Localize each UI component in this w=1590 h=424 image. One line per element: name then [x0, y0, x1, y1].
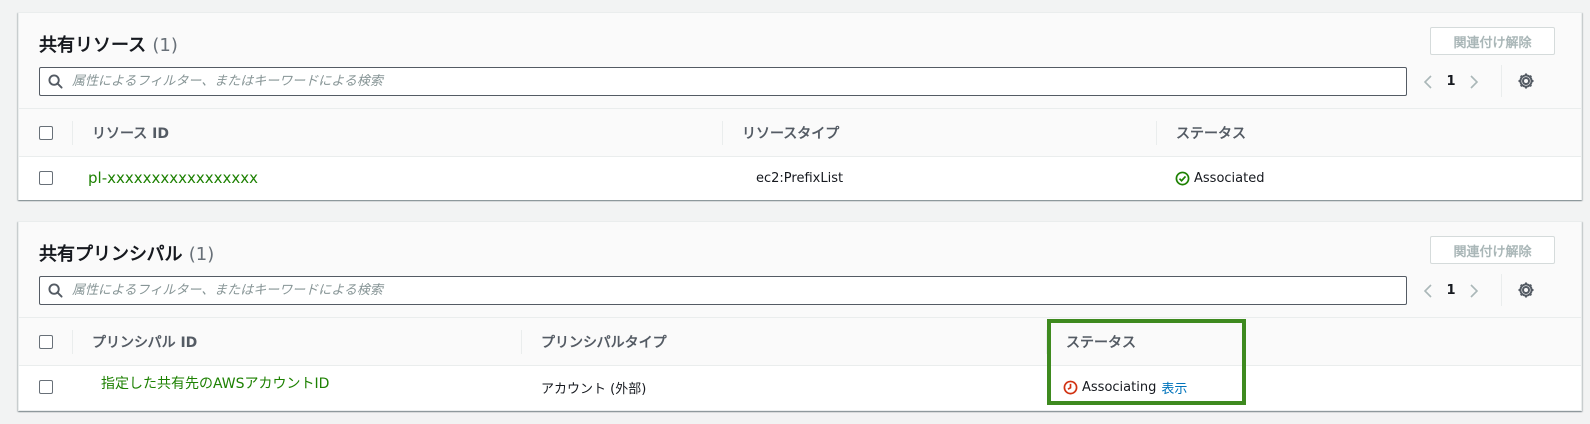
next-page-button[interactable]	[1463, 278, 1485, 303]
principal-id-link[interactable]: 指定した共有先のAWSアカウントID	[101, 373, 329, 393]
column-header-resource-type[interactable]: リソースタイプ	[742, 109, 839, 157]
prev-page-button[interactable]	[1417, 278, 1439, 303]
status-text: Associated	[1194, 170, 1265, 186]
panel-count: (1)	[152, 35, 178, 56]
status-cell: Associated	[1175, 158, 1264, 198]
resource-id-link[interactable]: pl-xxxxxxxxxxxxxxxxx	[88, 169, 258, 187]
select-all-checkbox[interactable]	[39, 335, 53, 349]
table-header: リソース ID リソースタイプ ステータス	[19, 109, 1581, 157]
search-icon	[48, 74, 63, 89]
status-text: Associating	[1082, 379, 1157, 395]
column-header-principal-id[interactable]: プリンシパル ID	[92, 318, 197, 366]
row-checkbox[interactable]	[39, 171, 53, 185]
page-number[interactable]: 1	[1439, 74, 1463, 89]
principal-id-cell: 指定した共有先のAWSアカウントID	[101, 363, 329, 403]
pager-divider	[1501, 65, 1502, 97]
shared-resources-header: 共有リソース (1) 関連付け解除 1	[19, 13, 1581, 109]
chevron-right-icon	[1470, 74, 1479, 89]
chevron-left-icon	[1423, 283, 1432, 298]
shared-principals-header: 共有プリンシパル (1) 関連付け解除 1	[19, 222, 1581, 318]
column-header-status[interactable]: ステータス	[1176, 109, 1246, 157]
resource-type-cell: ec2:PrefixList	[756, 170, 844, 186]
chevron-right-icon	[1470, 283, 1479, 298]
column-header-resource-id[interactable]: リソース ID	[92, 109, 169, 157]
filter-box[interactable]	[39, 276, 1407, 305]
gear-icon[interactable]	[1516, 71, 1536, 91]
column-header-principal-type[interactable]: プリンシパルタイプ	[541, 318, 667, 366]
shared-principals-panel: 共有プリンシパル (1) 関連付け解除 1	[18, 221, 1582, 411]
resource-id-cell: pl-xxxxxxxxxxxxxxxxx	[88, 158, 258, 198]
pager-divider	[1501, 274, 1502, 306]
chevron-left-icon	[1423, 74, 1432, 89]
column-header-status[interactable]: ステータス	[1066, 318, 1136, 366]
panel-title-text: 共有リソース	[39, 35, 147, 56]
check-circle-icon	[1175, 171, 1190, 185]
search-icon	[48, 283, 63, 298]
search-input[interactable]	[72, 280, 1392, 301]
panel-title-text: 共有プリンシパル	[39, 244, 183, 265]
panel-title: 共有プリンシパル (1)	[39, 240, 214, 266]
gear-icon[interactable]	[1516, 280, 1536, 300]
status-cell: Associating 表示	[1063, 367, 1187, 407]
row-checkbox[interactable]	[39, 380, 53, 394]
table-row: 指定した共有先のAWSアカウントID アカウント (外部) Associatin…	[19, 367, 1581, 409]
select-all-checkbox[interactable]	[39, 126, 53, 140]
pagination: 1	[1417, 278, 1485, 303]
filter-box[interactable]	[39, 67, 1407, 96]
column-divider	[72, 330, 73, 354]
prev-page-button[interactable]	[1417, 69, 1439, 94]
column-divider	[1156, 121, 1157, 145]
disassociate-button[interactable]: 関連付け解除	[1430, 27, 1555, 55]
column-divider	[72, 121, 73, 145]
panel-title: 共有リソース (1)	[39, 31, 178, 57]
panel-count: (1)	[188, 244, 215, 265]
disassociate-button[interactable]: 関連付け解除	[1430, 236, 1555, 264]
clock-icon	[1063, 380, 1078, 394]
column-divider	[521, 330, 522, 354]
shared-resources-panel: 共有リソース (1) 関連付け解除 1	[18, 12, 1582, 200]
principal-type-cell: アカウント (外部)	[541, 381, 647, 397]
column-divider	[1046, 330, 1047, 354]
table-header: プリンシパル ID プリンシパルタイプ ステータス	[19, 318, 1581, 366]
page-number[interactable]: 1	[1439, 283, 1463, 298]
show-details-link[interactable]: 表示	[1161, 378, 1187, 397]
search-input[interactable]	[72, 71, 1392, 92]
column-divider	[722, 121, 723, 145]
pagination: 1	[1417, 69, 1485, 94]
next-page-button[interactable]	[1463, 69, 1485, 94]
table-row: pl-xxxxxxxxxxxxxxxxx ec2:PrefixList Asso…	[19, 158, 1581, 200]
